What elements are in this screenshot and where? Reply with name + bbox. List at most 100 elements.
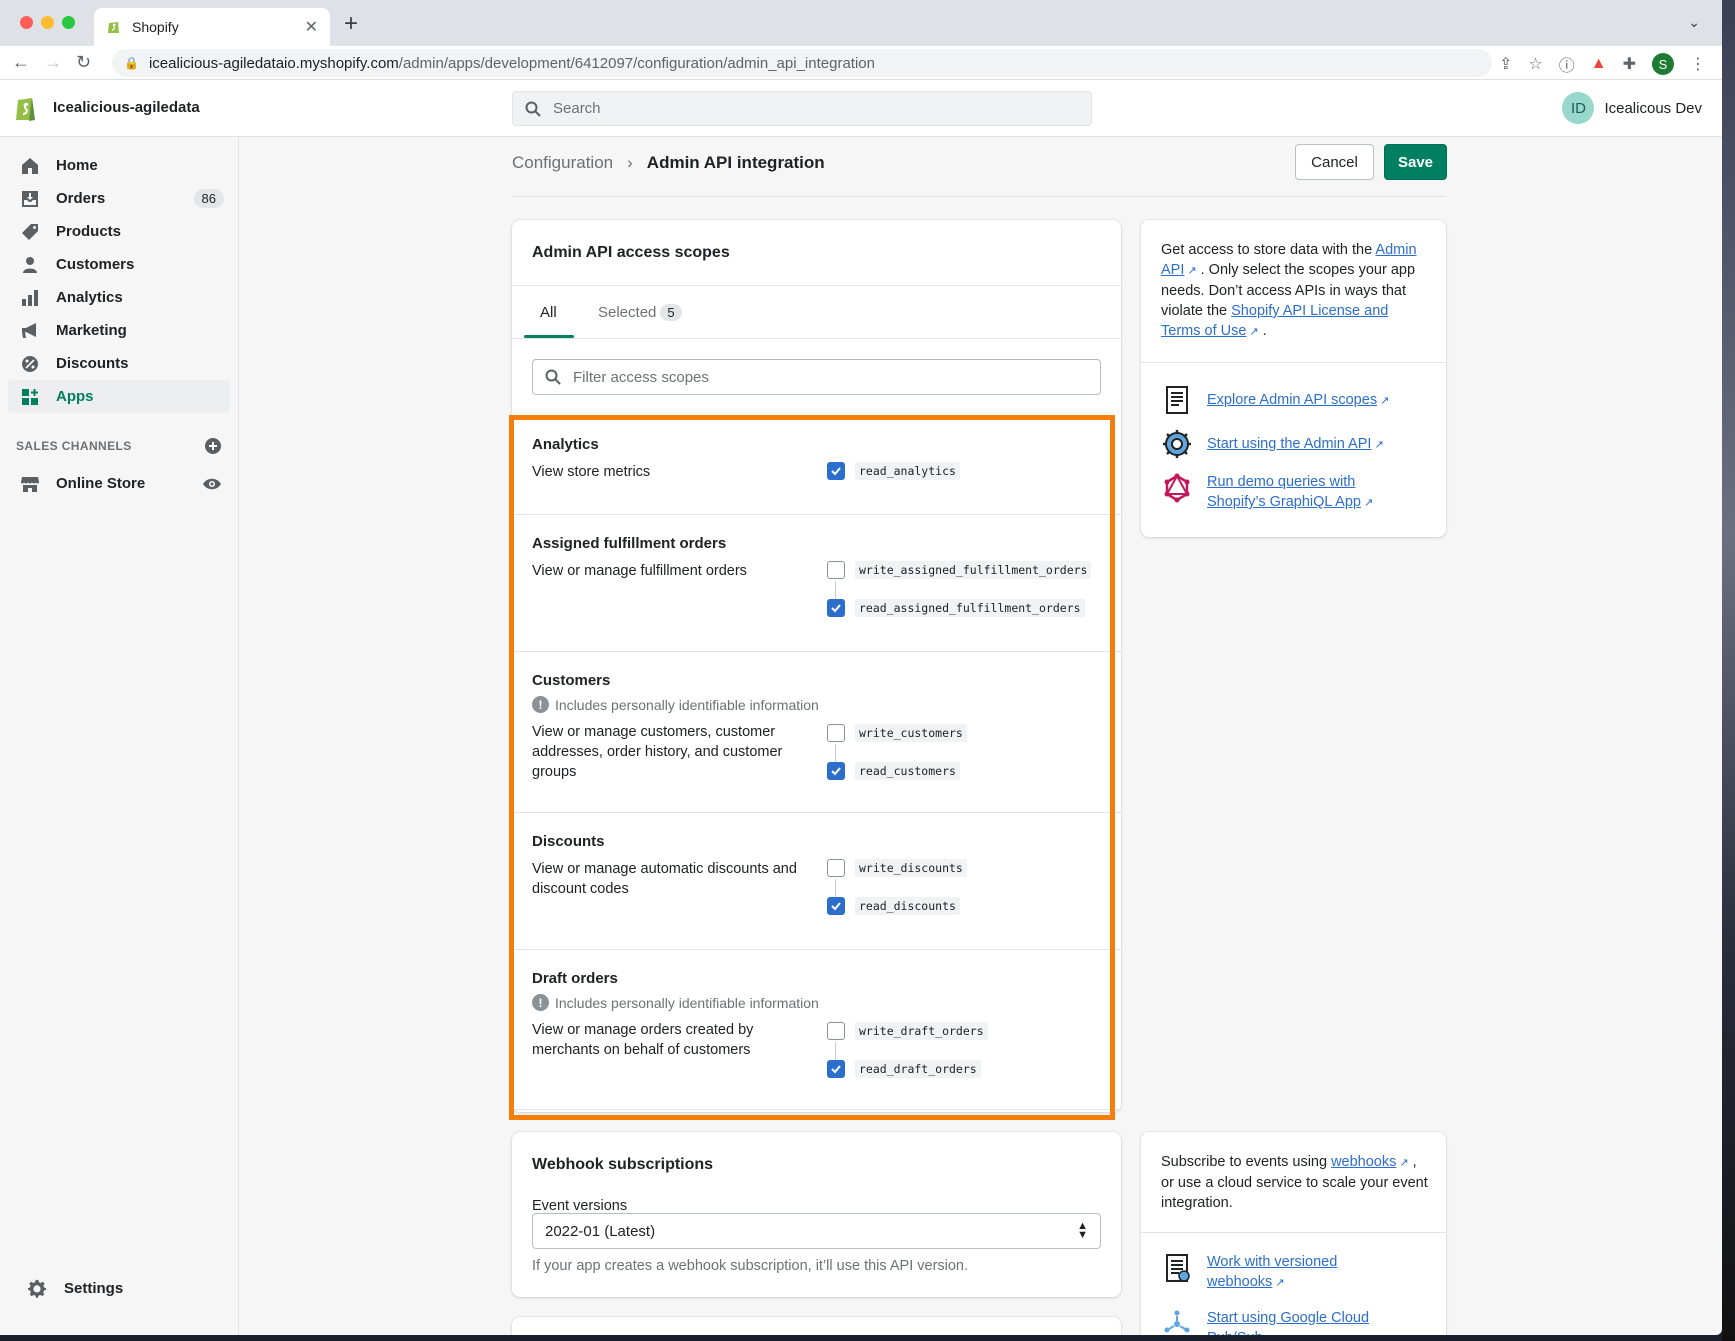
new-tab-button[interactable]: + xyxy=(344,10,358,38)
gear-icon xyxy=(28,1279,46,1298)
share-icon[interactable]: ⇪ xyxy=(1499,54,1512,74)
sidebar-item-online-store[interactable]: Online Store xyxy=(8,467,230,500)
tab-search-chevron-icon[interactable]: ⌄ xyxy=(1688,14,1700,31)
versioned-webhooks-link[interactable]: Work with versioned webhooks ↗ xyxy=(1161,1252,1387,1293)
scope-name: write_draft_orders xyxy=(855,1022,988,1040)
sidebar-item-label: Marketing xyxy=(56,322,127,339)
checkbox-unchecked[interactable] xyxy=(827,859,845,877)
checkbox-unchecked[interactable] xyxy=(827,724,845,742)
webhook-help-text: If your app creates a webhook subscripti… xyxy=(532,1258,969,1274)
scope-write-discounts[interactable]: write_discounts xyxy=(827,859,967,877)
tab-selected[interactable]: Selected 5 xyxy=(598,304,682,321)
scope-read-analytics[interactable]: read_analytics xyxy=(827,462,960,480)
close-window-button[interactable] xyxy=(20,16,33,29)
link-label[interactable]: Start using the Admin API xyxy=(1207,436,1371,452)
checkbox-checked[interactable] xyxy=(827,897,845,915)
link-label[interactable]: Work with versioned webhooks xyxy=(1207,1254,1337,1290)
eye-icon[interactable] xyxy=(202,474,222,494)
minimize-window-button[interactable] xyxy=(41,16,54,29)
sidebar-item-discounts[interactable]: Discounts xyxy=(8,347,230,380)
scope-name: write_assigned_fulfillment_orders xyxy=(855,561,1092,579)
scope-read-customers[interactable]: read_customers xyxy=(827,762,960,780)
home-icon xyxy=(22,157,38,174)
forward-arrow-icon[interactable]: → xyxy=(44,52,62,73)
webhooks-link[interactable]: webhooks xyxy=(1331,1154,1396,1170)
explore-scopes-link[interactable]: Explore Admin API scopes ↗ xyxy=(1161,384,1389,416)
url-host: icealicious-agiledataio.myshopify.com xyxy=(148,54,399,72)
address-bar[interactable]: 🔒 icealicious-agiledataio.myshopify.com /… xyxy=(112,49,1492,77)
checkbox-checked[interactable] xyxy=(827,762,845,780)
maximize-window-button[interactable] xyxy=(62,16,75,29)
save-button[interactable]: Save xyxy=(1384,144,1447,180)
webhook-subscriptions-card: Webhook subscriptions Event versions 202… xyxy=(512,1132,1121,1297)
store-name[interactable]: Icealicious-agiledata xyxy=(53,99,200,116)
cancel-button[interactable]: Cancel xyxy=(1295,144,1374,180)
scope-group-title: Assigned fulfillment orders xyxy=(532,535,727,552)
search-input[interactable]: Search xyxy=(512,91,1092,126)
scope-group-desc: View or manage orders created by merchan… xyxy=(532,1022,754,1058)
profile-avatar[interactable]: S xyxy=(1652,53,1674,75)
filter-placeholder: Filter access scopes xyxy=(573,368,709,386)
external-link-icon: ↗ xyxy=(1187,265,1197,277)
shopify-logo-icon[interactable] xyxy=(14,94,38,122)
scope-group-title: Draft orders xyxy=(532,970,618,987)
sidebar-item-label: Apps xyxy=(56,388,94,405)
password-extension-icon[interactable]: ⓘ xyxy=(1559,52,1575,76)
bar-chart-icon xyxy=(22,289,38,306)
sidebar-item-customers[interactable]: Customers xyxy=(8,248,230,281)
tag-icon xyxy=(22,223,38,240)
discount-icon xyxy=(22,355,38,372)
orders-count-badge: 86 xyxy=(193,189,224,208)
extensions-puzzle-icon[interactable]: ✚ xyxy=(1623,54,1636,74)
sidebar-item-marketing[interactable]: Marketing xyxy=(8,314,230,347)
scope-groups: Analytics View store metrics read_analyt… xyxy=(512,416,1121,1110)
bookmark-star-icon[interactable]: ☆ xyxy=(1528,54,1542,74)
reload-icon[interactable]: ↻ xyxy=(76,52,91,73)
sidebar-item-settings[interactable]: Settings xyxy=(16,1272,238,1305)
add-channel-plus-icon[interactable] xyxy=(204,437,222,455)
external-link-icon: ↗ xyxy=(1275,1277,1285,1289)
checkbox-unchecked[interactable] xyxy=(827,1022,845,1040)
back-arrow-icon[interactable]: ← xyxy=(12,52,30,73)
scope-read-assigned-fulfillment-orders[interactable]: read_assigned_fulfillment_orders xyxy=(827,599,1085,617)
scope-group-draft-orders: Draft orders ! Includes personally identi… xyxy=(512,950,1121,1110)
sidebar-item-orders[interactable]: Orders 86 xyxy=(8,182,230,215)
graphiql-demo-link[interactable]: Run demo queries with Shopify’s GraphiQL… xyxy=(1161,472,1417,513)
sidebar-item-label: Discounts xyxy=(56,355,129,372)
link-label[interactable]: Explore Admin API scopes xyxy=(1207,392,1377,408)
event-version-select[interactable]: 2022-01 (Latest) ▲ ▼ xyxy=(532,1213,1101,1249)
toolbar-icons: ⇪ ☆ ⓘ ▲ ✚ S ⋮ xyxy=(1499,52,1706,76)
link-label[interactable]: Run demo queries with Shopify’s GraphiQL… xyxy=(1207,474,1361,510)
scope-read-discounts[interactable]: read_discounts xyxy=(827,897,960,915)
start-admin-api-link[interactable]: Start using the Admin API ↗ xyxy=(1161,428,1384,460)
scope-read-draft-orders[interactable]: read_draft_orders xyxy=(827,1060,981,1078)
google-cloud-pubsub-link[interactable]: Start using Google Cloud Pub/Sub↗ xyxy=(1161,1308,1387,1335)
lighthouse-extension-icon[interactable]: ▲ xyxy=(1591,55,1607,73)
selected-version: 2022-01 (Latest) xyxy=(545,1222,656,1240)
sidebar-item-home[interactable]: Home xyxy=(8,149,230,182)
browser-tab[interactable]: Shopify ✕ xyxy=(94,8,330,46)
filter-scopes-input[interactable]: Filter access scopes xyxy=(532,359,1101,395)
checkbox-checked[interactable] xyxy=(827,462,845,480)
sidebar-item-analytics[interactable]: Analytics xyxy=(8,281,230,314)
browser-window: Shopify ✕ + ⌄ ← → ↻ 🔒 icealicious-agiled… xyxy=(0,0,1722,1335)
sidebar-item-apps[interactable]: Apps xyxy=(8,380,230,413)
checkbox-unchecked[interactable] xyxy=(827,561,845,579)
close-tab-icon[interactable]: ✕ xyxy=(305,17,318,37)
sidebar-item-products[interactable]: Products xyxy=(8,215,230,248)
scope-write-customers[interactable]: write_customers xyxy=(827,724,967,742)
document-icon xyxy=(1166,386,1188,414)
scope-connector xyxy=(835,581,836,599)
sales-channels-label: SALES CHANNELS xyxy=(16,439,132,453)
pii-notice: ! Includes personally identifiable inform… xyxy=(532,696,819,713)
scope-write-draft-orders[interactable]: write_draft_orders xyxy=(827,1022,988,1040)
scope-name: read_draft_orders xyxy=(855,1060,981,1078)
checkbox-checked[interactable] xyxy=(827,599,845,617)
browser-menu-icon[interactable]: ⋮ xyxy=(1690,54,1706,74)
breadcrumb-configuration[interactable]: Configuration xyxy=(512,153,613,173)
tab-all[interactable]: All xyxy=(540,304,557,321)
checkbox-checked[interactable] xyxy=(827,1060,845,1078)
link-label[interactable]: Start using Google Cloud Pub/Sub xyxy=(1207,1310,1369,1335)
scope-write-assigned-fulfillment-orders[interactable]: write_assigned_fulfillment_orders xyxy=(827,561,1092,579)
user-menu[interactable]: ID Icealicous Dev xyxy=(1562,92,1702,124)
